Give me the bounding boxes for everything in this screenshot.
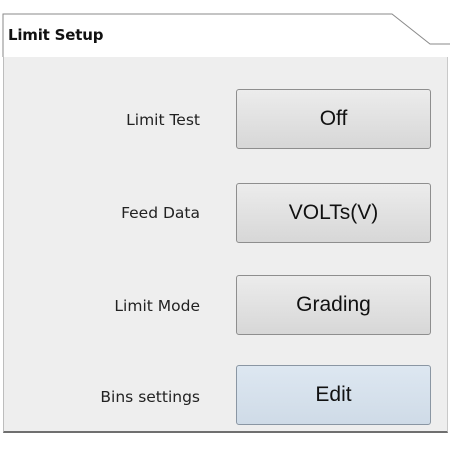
limit-mode-button[interactable]: Grading [236,275,431,335]
limit-test-label: Limit Test [126,111,200,129]
bins-settings-edit-button[interactable]: Edit [236,365,431,425]
bins-settings-label: Bins settings [100,388,200,406]
limit-test-button[interactable]: Off [236,89,431,149]
feed-data-label: Feed Data [121,204,200,222]
panel-title: Limit Setup [8,26,104,44]
limit-mode-label: Limit Mode [114,297,200,315]
tab-header: Limit Setup [0,0,450,57]
feed-data-button[interactable]: VOLTs(V) [236,183,431,243]
limit-setup-panel: Limit Test Off Feed Data VOLTs(V) Limit … [3,57,448,433]
